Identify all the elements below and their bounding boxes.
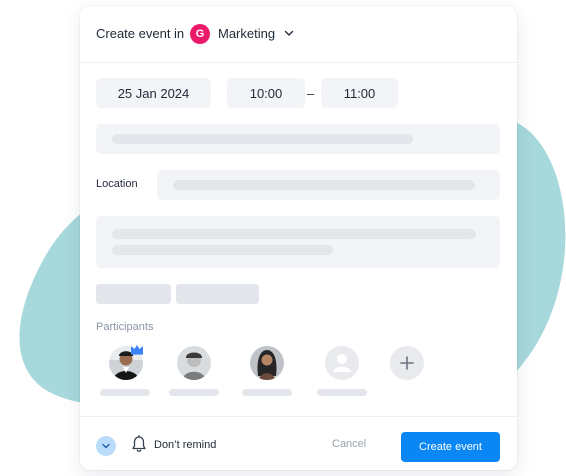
remind-toggle-label[interactable]: Don’t remind [154, 439, 216, 451]
expand-button[interactable] [96, 436, 116, 456]
placeholder-participant[interactable] [325, 346, 359, 380]
participant-name-placeholder [317, 389, 367, 396]
create-event-button[interactable]: Create event [401, 432, 500, 462]
dialog-header: Create event in G Marketing [80, 6, 517, 63]
cancel-button[interactable]: Cancel [332, 438, 366, 450]
chevron-down-icon [102, 443, 110, 449]
participant-name-placeholder [169, 389, 219, 396]
participants-label: Participants [96, 321, 154, 333]
plus-icon [400, 356, 414, 370]
date-value: 25 Jan 2024 [117, 86, 190, 101]
dialog-title: Create event in [96, 26, 185, 41]
date-field[interactable]: 25 Jan 2024 [96, 78, 211, 108]
create-event-dialog: Create event in G Marketing 25 Jan 2024 … [80, 6, 517, 470]
start-time-field[interactable]: 10:00 [227, 78, 305, 108]
chevron-down-icon[interactable] [284, 28, 294, 38]
bell-icon[interactable] [131, 435, 147, 453]
option-chip[interactable] [96, 284, 171, 304]
participant-avatar[interactable] [250, 346, 284, 380]
start-time-value: 10:00 [249, 86, 283, 101]
location-placeholder-bar [173, 180, 475, 190]
location-field[interactable] [157, 170, 500, 200]
team-selector[interactable]: Marketing [218, 26, 275, 41]
option-chip[interactable] [176, 284, 259, 304]
add-participant-button[interactable] [390, 346, 424, 380]
participant-avatar[interactable] [177, 346, 211, 380]
title-placeholder-bar [112, 134, 413, 144]
end-time-field[interactable]: 11:00 [321, 78, 398, 108]
description-placeholder-bar [112, 229, 476, 239]
participant-name-placeholder [100, 389, 150, 396]
team-badge[interactable]: G [190, 24, 210, 44]
participant-name-placeholder [242, 389, 292, 396]
user-silhouette-icon [333, 354, 351, 372]
description-field[interactable] [96, 216, 500, 268]
event-title-field[interactable] [96, 124, 500, 154]
footer-divider [80, 416, 517, 417]
time-separator: – [307, 86, 315, 101]
crown-icon [131, 345, 143, 355]
location-label: Location [96, 178, 138, 190]
description-placeholder-bar [112, 245, 333, 255]
end-time-value: 11:00 [343, 86, 376, 101]
